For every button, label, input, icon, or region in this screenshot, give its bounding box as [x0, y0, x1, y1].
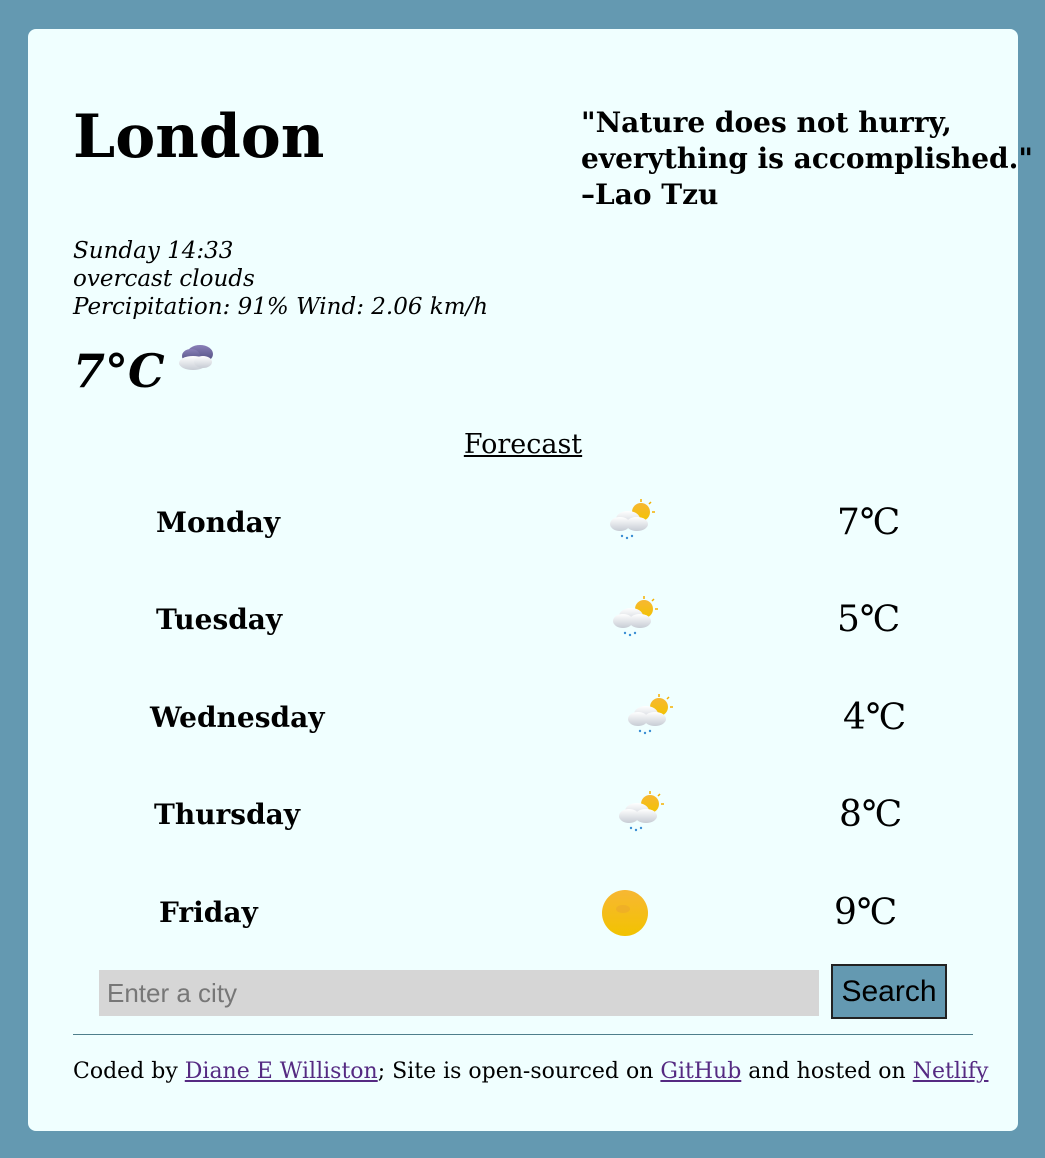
forecast-title: Forecast [28, 427, 1018, 463]
current-precipitation-wind: Percipitation: 91% Wind: 2.06 km/h [73, 294, 489, 320]
weather-card: London "Nature does not hurry, everythin… [28, 29, 1033, 1131]
sun-cloud-rain-icon [617, 791, 665, 837]
sun-icon [601, 889, 649, 941]
current-description: overcast clouds [73, 266, 255, 292]
author-link[interactable]: Diane E Williston [185, 1059, 378, 1084]
sun-cloud-rain-icon [608, 499, 656, 545]
quote-author: –Lao Tzu [581, 178, 719, 211]
forecast-temp: 5℃ [837, 599, 901, 640]
cloudy-night-icon [177, 343, 217, 377]
forecast-day: Tuesday [156, 603, 283, 636]
footer-open-source-text: ; Site is open-sourced on [377, 1059, 661, 1084]
footer: Coded by Diane E Williston; Site is open… [73, 1057, 988, 1087]
city-name: London [73, 102, 325, 172]
footer-hosted-text: and hosted on [741, 1059, 913, 1084]
forecast-title-text: Forecast [463, 429, 583, 460]
forecast-row: Thursday 8℃ [28, 785, 1018, 845]
forecast-row: Tuesday 5℃ [28, 590, 1018, 650]
city-search-input[interactable] [99, 970, 819, 1016]
netlify-link[interactable]: Netlify [913, 1059, 989, 1084]
current-weather: 7°C [73, 341, 217, 401]
current-datetime: Sunday 14:33 [73, 238, 234, 264]
current-details: Sunday 14:33 overcast clouds Percipitati… [73, 237, 488, 321]
forecast-temp: 7℃ [837, 502, 901, 543]
footer-divider [73, 1034, 973, 1035]
forecast-temp: 8℃ [839, 794, 903, 835]
quote-line-2: everything is accomplished." [581, 142, 1033, 175]
forecast-row: Friday 9℃ [28, 883, 1018, 943]
forecast-temp: 4℃ [843, 697, 907, 738]
current-temperature: 7°C [73, 344, 165, 398]
github-link[interactable]: GitHub [660, 1059, 741, 1084]
sun-cloud-rain-icon [626, 694, 674, 740]
forecast-row: Wednesday 4℃ [28, 688, 1018, 748]
forecast-day: Monday [156, 506, 281, 539]
forecast-day: Wednesday [150, 701, 325, 734]
footer-coded-by: Coded by [73, 1059, 185, 1084]
quote-line-1: "Nature does not hurry, [581, 106, 952, 139]
quote: "Nature does not hurry, everything is ac… [581, 105, 1033, 213]
search-button[interactable]: Search [831, 964, 947, 1019]
sun-cloud-rain-icon [611, 596, 659, 642]
forecast-day: Thursday [154, 798, 301, 831]
forecast-temp: 9℃ [834, 892, 898, 933]
forecast-row: Monday 7℃ [28, 493, 1018, 553]
forecast-day: Friday [159, 896, 258, 929]
